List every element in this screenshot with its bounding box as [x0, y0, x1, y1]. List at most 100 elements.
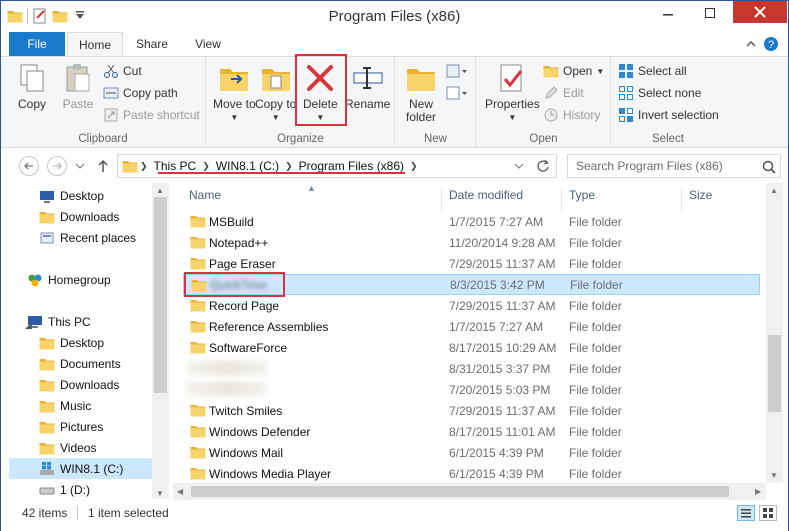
easy-access-icon[interactable]: [446, 85, 468, 101]
scroll-down-arrow-icon[interactable]: ▼: [770, 471, 778, 480]
sidebar-item-videos[interactable]: Videos: [9, 437, 152, 458]
forward-button[interactable]: [47, 156, 67, 176]
column-header-size[interactable]: Size: [689, 188, 712, 202]
breadcrumb-separator[interactable]: ❯: [200, 161, 212, 172]
search-input[interactable]: Search Program Files (x86): [567, 154, 781, 178]
table-row[interactable]: Windows Defender 8/17/2015 11:01 AM File…: [183, 421, 760, 442]
column-header-name[interactable]: Name: [189, 188, 221, 202]
table-row[interactable]: Windows Mail 6/1/2015 4:39 PM File folde…: [183, 442, 760, 463]
horizontal-scrollbar-thumb[interactable]: [191, 486, 729, 497]
breadcrumb-program-files[interactable]: Program Files (x86): [295, 159, 408, 173]
table-row[interactable]: Notepad++ 11/20/2014 9:28 AM File folder: [183, 232, 760, 253]
sidebar-item-recent-places[interactable]: Recent places: [9, 227, 152, 248]
scroll-up-arrow-icon[interactable]: ▲: [770, 186, 778, 195]
move-to-button[interactable]: Move to ▼: [213, 61, 256, 124]
breadcrumb-separator[interactable]: ❯: [138, 161, 150, 172]
folder-icon: [190, 256, 206, 270]
chevron-down-icon[interactable]: [72, 8, 88, 24]
new-item-icon[interactable]: [446, 63, 468, 79]
search-icon[interactable]: [762, 160, 776, 174]
column-divider[interactable]: [561, 187, 562, 211]
explorer-window: Program Files (x86) File Home Share View…: [0, 0, 789, 531]
sidebar-item-documents[interactable]: Documents: [9, 353, 152, 374]
open-button[interactable]: Open ▼: [543, 61, 604, 81]
refresh-icon[interactable]: [536, 159, 550, 173]
address-bar[interactable]: ❯ This PC ❯ WIN8.1 (C:) ❯ Program Files …: [117, 154, 557, 178]
breadcrumb-separator[interactable]: ❯: [283, 161, 295, 172]
copy-button[interactable]: Copy: [15, 61, 49, 111]
tab-view[interactable]: View: [181, 32, 235, 56]
new-folder-button[interactable]: New folder: [404, 61, 438, 124]
sidebar-item-pictures[interactable]: Pictures: [9, 416, 152, 437]
column-divider[interactable]: [441, 187, 442, 211]
table-row[interactable]: SoftwareForce 8/17/2015 10:29 AM File fo…: [183, 337, 760, 358]
scroll-left-arrow-icon[interactable]: ◀: [177, 487, 183, 496]
scroll-up-arrow-icon[interactable]: ▲: [156, 186, 164, 195]
copy-to-button[interactable]: Copy to ▼: [255, 61, 296, 124]
up-arrow-icon[interactable]: [97, 159, 109, 173]
breadcrumb-separator[interactable]: ❯: [408, 161, 420, 172]
table-row[interactable]: Page Eraser 7/29/2015 11:37 AM File fold…: [183, 253, 760, 274]
table-row[interactable]: Reference Assemblies 1/7/2015 7:27 AM Fi…: [183, 316, 760, 337]
scroll-right-arrow-icon[interactable]: ▶: [755, 487, 761, 496]
paste-shortcut-button[interactable]: Paste shortcut: [103, 105, 200, 125]
invert-selection-button[interactable]: Invert selection: [618, 105, 719, 125]
file-list-vertical-scrollbar[interactable]: [766, 183, 783, 483]
back-button[interactable]: [19, 156, 39, 176]
scroll-down-arrow-icon[interactable]: ▼: [156, 489, 164, 498]
large-icons-view-button[interactable]: [759, 505, 777, 521]
history-button[interactable]: History: [543, 105, 600, 125]
tab-share[interactable]: Share: [125, 32, 179, 56]
sidebar-item-desktop-fav[interactable]: Desktop: [9, 185, 152, 206]
sidebar-item-this-pc[interactable]: This PC: [9, 311, 152, 332]
sidebar-item-homegroup[interactable]: Homegroup: [9, 269, 152, 290]
edit-icon: [545, 86, 558, 99]
sidebar-item-downloads[interactable]: Downloads: [9, 374, 152, 395]
table-row[interactable]: Windows Media Player 6/1/2015 4:39 PM Fi…: [183, 463, 760, 484]
table-row[interactable]: Record Page 7/29/2015 11:37 AM File fold…: [183, 295, 760, 316]
minimize-icon: [663, 14, 673, 16]
sidebar-item-downloads-fav[interactable]: Downloads: [9, 206, 152, 227]
close-button[interactable]: [733, 1, 787, 23]
sidebar-item-desktop[interactable]: Desktop: [9, 332, 152, 353]
column-header-date[interactable]: Date modified: [449, 188, 523, 202]
scissors-icon: [104, 64, 118, 78]
minimize-button[interactable]: [653, 1, 683, 25]
documents-folder-icon: [39, 356, 55, 372]
copy-path-button[interactable]: Copy path: [103, 83, 178, 103]
address-dropdown-icon[interactable]: [514, 162, 524, 170]
table-row[interactable]: 7/20/2015 5:03 PM File folder: [183, 379, 760, 400]
cut-button[interactable]: Cut: [103, 61, 142, 81]
sidebar-item-win81-drive[interactable]: WIN8.1 (C:): [9, 458, 152, 479]
maximize-button[interactable]: [695, 1, 725, 25]
sidebar-item-music[interactable]: Music: [9, 395, 152, 416]
column-header-type[interactable]: Type: [569, 188, 595, 202]
select-none-button[interactable]: Select none: [618, 83, 701, 103]
group-label-organize: Organize: [277, 133, 324, 145]
table-row[interactable]: Twitch Smiles 7/29/2015 11:37 AM File fo…: [183, 400, 760, 421]
table-row[interactable]: MSBuild 1/7/2015 7:27 AM File folder: [183, 211, 760, 232]
breadcrumb-this-pc[interactable]: This PC: [150, 159, 201, 173]
sidebar-scrollbar-thumb[interactable]: [154, 197, 167, 393]
new-folder-icon[interactable]: [52, 8, 68, 24]
collapse-ribbon-icon[interactable]: [743, 36, 759, 52]
rename-button[interactable]: Rename: [345, 61, 390, 111]
column-divider[interactable]: [681, 187, 682, 211]
edit-button[interactable]: Edit: [543, 83, 584, 103]
tab-file[interactable]: File: [9, 32, 65, 56]
breadcrumb-drive[interactable]: WIN8.1 (C:): [212, 159, 283, 173]
details-view-button[interactable]: [737, 505, 755, 521]
paste-button[interactable]: Paste: [61, 61, 95, 111]
select-all-button[interactable]: Select all: [618, 61, 687, 81]
vertical-scrollbar-thumb[interactable]: [768, 335, 781, 412]
properties-icon[interactable]: [32, 8, 48, 24]
sidebar-item-d-drive[interactable]: 1 (D:): [9, 479, 152, 499]
folder-icon[interactable]: [7, 8, 23, 24]
recent-locations-icon[interactable]: [75, 162, 85, 170]
properties-button[interactable]: Properties ▼: [485, 61, 540, 124]
table-row[interactable]: 8/31/2015 3:37 PM File folder: [183, 358, 760, 379]
tab-home[interactable]: Home: [67, 32, 123, 56]
help-icon[interactable]: ?: [763, 36, 779, 52]
selected-row-highlight-box: [184, 272, 285, 297]
folder-icon: [190, 340, 206, 354]
